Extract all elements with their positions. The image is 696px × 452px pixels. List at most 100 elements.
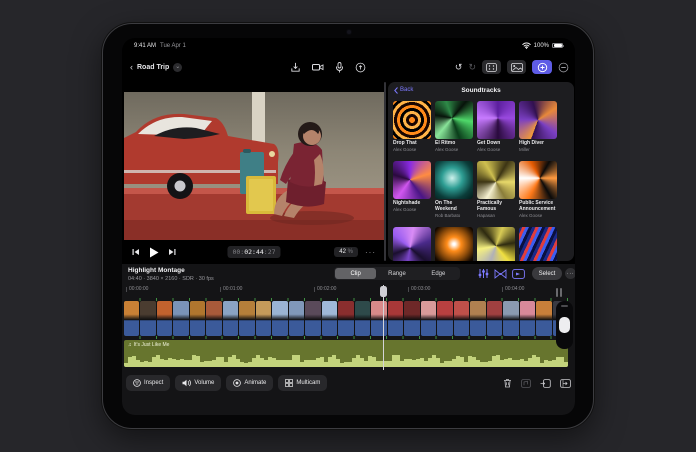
- soundtrack-item[interactable]: On The WeekendRob Barbato: [435, 161, 473, 218]
- select-button[interactable]: Select: [532, 267, 562, 280]
- video-clip[interactable]: [421, 301, 436, 336]
- video-clip[interactable]: [256, 301, 271, 336]
- insert-clip-icon[interactable]: [540, 379, 551, 388]
- slider-knob[interactable]: [559, 317, 570, 333]
- mode-clip[interactable]: Clip: [335, 268, 376, 279]
- soundtrack-thumbnail[interactable]: [393, 161, 431, 199]
- panel-resize-handle[interactable]: [384, 82, 386, 261]
- video-clip[interactable]: [487, 301, 502, 336]
- zoom-level[interactable]: 42 %: [334, 247, 358, 257]
- project-title[interactable]: Road Trip: [137, 64, 169, 71]
- timeline-more-icon[interactable]: ···: [565, 268, 575, 279]
- soundtrack-item[interactable]: Run It OutAlex Goose: [435, 227, 473, 261]
- playhead-handle[interactable]: [380, 286, 387, 297]
- soundtrack-thumbnail[interactable]: [519, 161, 557, 199]
- undo-icon[interactable]: ↺: [455, 63, 463, 72]
- soundtrack-artist: Alex Goose: [519, 213, 557, 218]
- transitions-icon[interactable]: [494, 269, 507, 279]
- soundtrack-item[interactable]: Wow!Alex Goose: [519, 227, 557, 261]
- minimize-panel-icon[interactable]: [558, 62, 569, 73]
- animate-button[interactable]: Animate: [226, 375, 273, 391]
- clip-height-slider[interactable]: [556, 301, 573, 349]
- video-clip[interactable]: [124, 301, 139, 336]
- inspect-button[interactable]: Inspect: [126, 375, 170, 391]
- soundtrack-item[interactable]: El RitmoAlex Goose: [435, 101, 473, 152]
- voiceover-icon[interactable]: [355, 62, 366, 73]
- soundtrack-thumbnail[interactable]: [519, 101, 557, 139]
- video-clip[interactable]: [388, 301, 403, 336]
- redo-icon[interactable]: ↻: [468, 63, 476, 72]
- video-clip[interactable]: [454, 301, 469, 336]
- soundtrack-item[interactable]: Public Service AnnouncementAlex Goose: [519, 161, 557, 218]
- timecode-display[interactable]: 00:02:44:27: [227, 246, 280, 258]
- video-clip[interactable]: [404, 301, 419, 336]
- mic-icon[interactable]: [335, 62, 344, 73]
- video-clip[interactable]: [437, 301, 452, 336]
- soundtrack-thumbnail[interactable]: [393, 227, 431, 261]
- detach-audio-icon[interactable]: [521, 379, 531, 388]
- multicam-button[interactable]: Multicam: [278, 375, 327, 391]
- soundtrack-thumbnail[interactable]: [435, 101, 473, 139]
- video-clip[interactable]: [206, 301, 221, 336]
- video-clip[interactable]: [272, 301, 287, 336]
- video-clip[interactable]: [190, 301, 205, 336]
- video-clip[interactable]: [536, 301, 551, 336]
- soundtrack-item[interactable]: Get DownAlex Goose: [477, 101, 515, 152]
- video-clip[interactable]: [371, 301, 386, 336]
- soundtrack-artist: Alex Goose: [435, 147, 473, 152]
- grid-icon: [285, 379, 293, 387]
- mode-edge[interactable]: Edge: [418, 268, 459, 279]
- scroll-indicator[interactable]: [556, 288, 562, 297]
- add-media-icon[interactable]: [532, 60, 552, 74]
- video-clip[interactable]: [173, 301, 188, 336]
- viewer-more-icon[interactable]: ···: [365, 248, 376, 257]
- soundtrack-item[interactable]: High DiverMiller: [519, 101, 557, 152]
- soundtrack-item[interactable]: PushValencia: [393, 227, 431, 261]
- video-clip[interactable]: [289, 301, 304, 336]
- viewer[interactable]: [124, 92, 384, 240]
- video-clip[interactable]: [239, 301, 254, 336]
- video-clip[interactable]: [305, 301, 320, 336]
- soundtrack-item[interactable]: NightshadeAlex Goose: [393, 161, 431, 218]
- video-clip[interactable]: [470, 301, 485, 336]
- soundtrack-item[interactable]: Drop ThatAlex Goose: [393, 101, 431, 152]
- video-clip[interactable]: [157, 301, 172, 336]
- skip-forward-icon[interactable]: [168, 248, 176, 256]
- play-icon[interactable]: [149, 247, 159, 258]
- soundtrack-item[interactable]: Switch It UpAlex Goose: [477, 227, 515, 261]
- media-browser-icon[interactable]: [507, 60, 526, 74]
- video-clip[interactable]: [355, 301, 370, 336]
- back-icon[interactable]: ‹: [130, 63, 133, 72]
- soundtrack-item[interactable]: Practically FamousHapasan: [477, 161, 515, 218]
- project-menu-chevron-icon[interactable]: ⌄: [173, 63, 182, 72]
- soundtrack-thumbnail[interactable]: [477, 161, 515, 199]
- soundtrack-thumbnail[interactable]: [477, 101, 515, 139]
- soundtrack-thumbnail[interactable]: [435, 227, 473, 261]
- soundtrack-thumbnail[interactable]: [477, 227, 515, 261]
- camera-icon[interactable]: [312, 62, 324, 72]
- jog-wheel-icon[interactable]: [482, 60, 501, 74]
- trash-icon[interactable]: [503, 378, 512, 388]
- volume-button[interactable]: Volume: [175, 375, 221, 391]
- mode-range[interactable]: Range: [376, 268, 417, 279]
- clip-camera-icon[interactable]: [512, 269, 525, 279]
- video-clip[interactable]: [140, 301, 155, 336]
- video-clip[interactable]: [520, 301, 535, 336]
- video-clip[interactable]: [338, 301, 353, 336]
- soundtrack-thumbnail[interactable]: [435, 161, 473, 199]
- overwrite-clip-icon[interactable]: [560, 379, 571, 388]
- audio-clip[interactable]: ♫It's Just Like Me: [124, 340, 568, 367]
- clip-body: [421, 320, 436, 336]
- soundtrack-thumbnail[interactable]: [519, 227, 557, 261]
- playhead[interactable]: [383, 285, 384, 370]
- soundtrack-thumbnail[interactable]: [393, 101, 431, 139]
- import-icon[interactable]: [290, 62, 301, 73]
- video-clip[interactable]: [503, 301, 518, 336]
- audio-levels-icon[interactable]: [478, 268, 489, 279]
- clip-thumbnail: [371, 301, 386, 320]
- clip-thumbnail: [338, 301, 353, 320]
- skip-back-icon[interactable]: [132, 248, 140, 256]
- clip-body: [371, 320, 386, 336]
- video-clip[interactable]: [223, 301, 238, 336]
- video-clip[interactable]: [322, 301, 337, 336]
